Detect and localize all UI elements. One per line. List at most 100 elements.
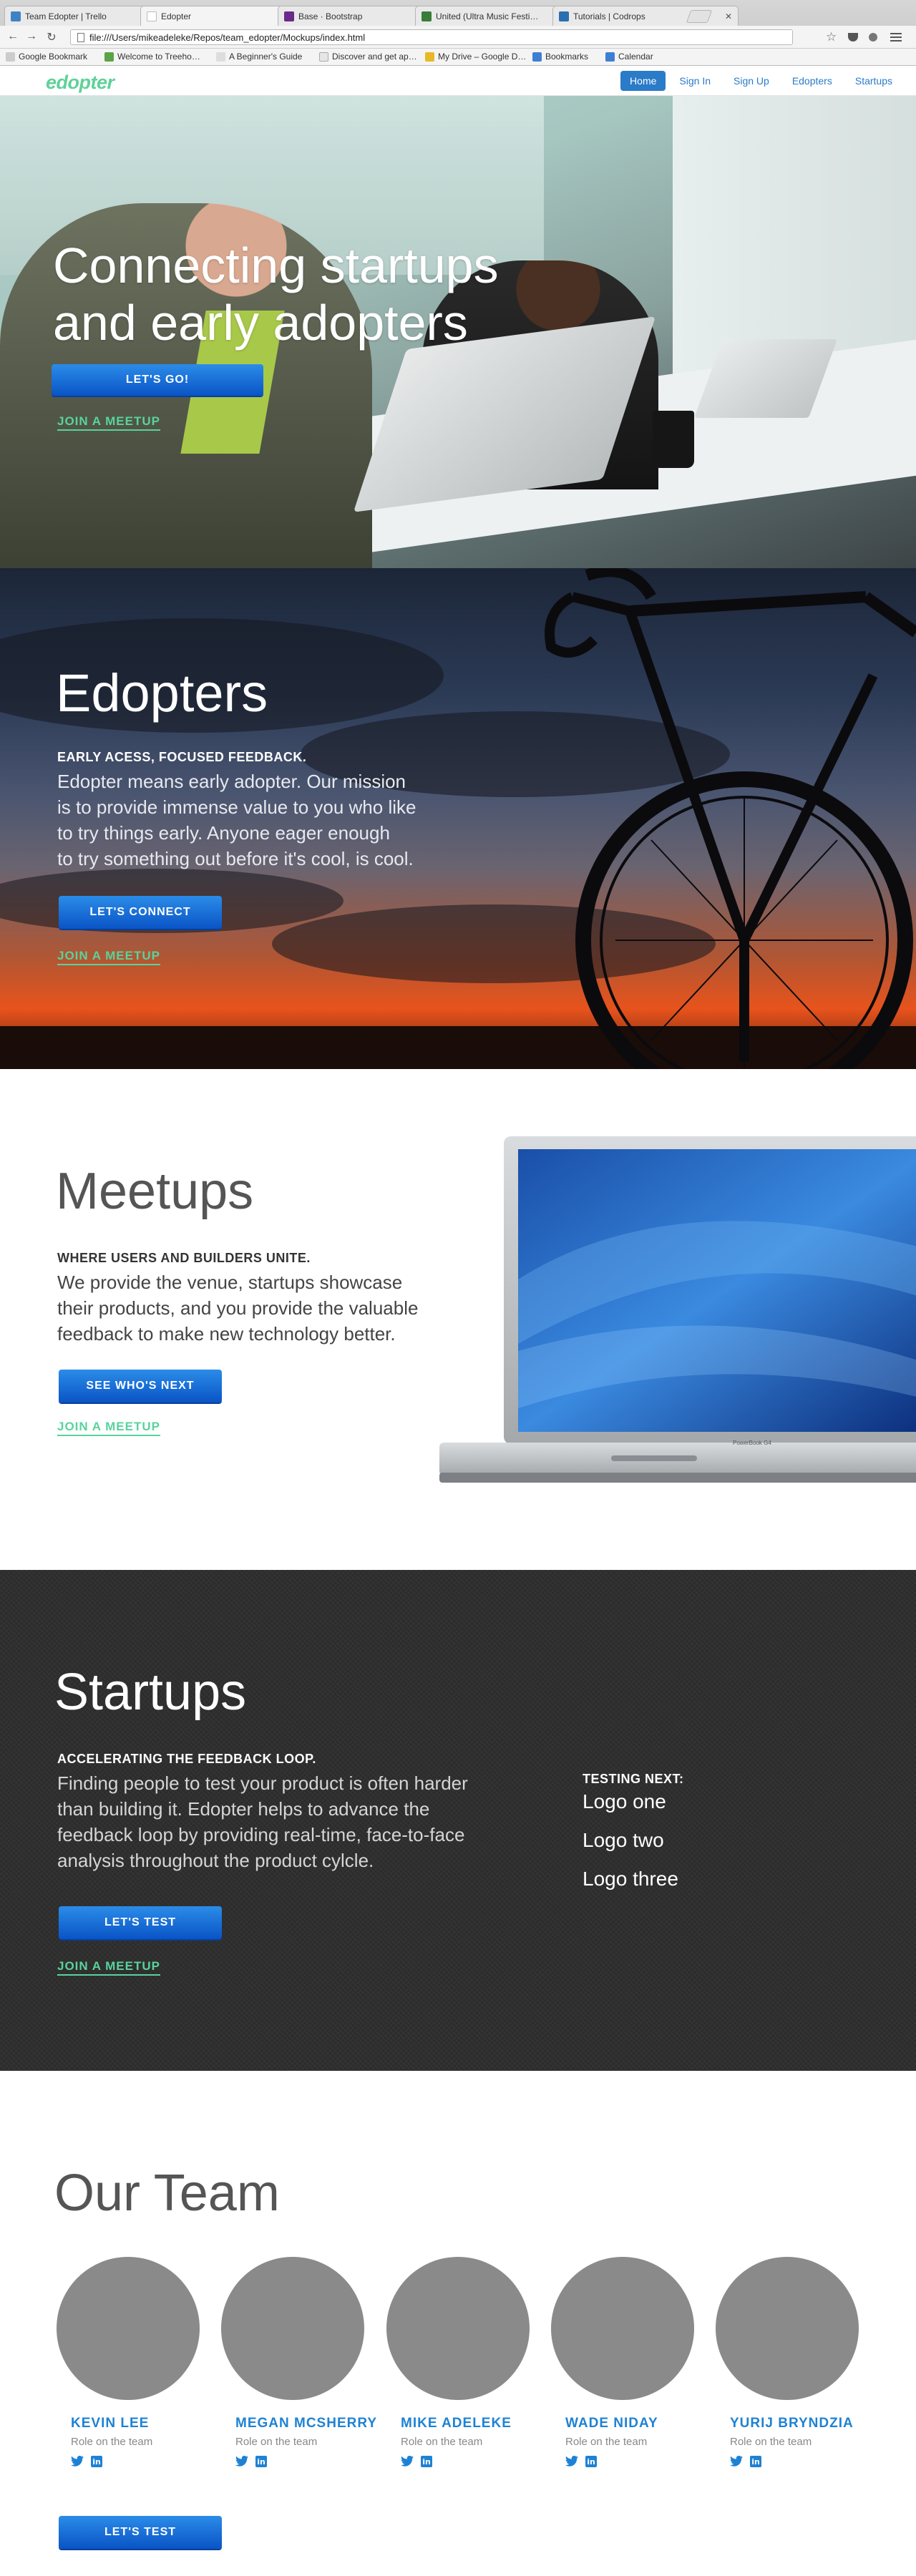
member-role: Role on the team [71,2436,153,2448]
back-arrow-icon[interactable]: ← [6,30,20,43]
browser-chrome: Team Edopter | Trello ✕ Edopter ✕ Base ·… [0,0,916,66]
body-line: feedback to make new technology better. [57,1323,396,1345]
bookmark-item[interactable]: Google Bookmark [6,52,87,62]
social-links: in [235,2456,267,2467]
linkedin-icon[interactable]: in [255,2456,267,2467]
bookmark-icon [319,52,328,62]
bookmark-item[interactable]: Calendar [605,52,653,62]
member-role: Role on the team [730,2436,812,2448]
body-line: feedback loop by providing real-time, fa… [57,1824,465,1845]
avatar [57,2257,200,2400]
member-name: MEGAN MCSHERRY [235,2416,378,2431]
join-meetup-link[interactable]: JOIN A MEETUP [57,1959,160,1976]
team-member: KEVIN LEE Role on the team in [57,2257,221,2467]
twitter-icon[interactable] [401,2456,414,2467]
twitter-icon[interactable] [71,2456,84,2467]
nav-sign-up[interactable]: Sign Up [724,71,779,91]
join-meetup-link[interactable]: JOIN A MEETUP [57,414,160,431]
testing-next-item: Logo three [583,1868,678,1890]
body-line: is to provide immense value to you who l… [57,796,416,818]
member-name: WADE NIDAY [565,2416,658,2431]
bookmark-icon [104,52,114,62]
body-line: Edopter means early adopter. Our mission [57,771,406,792]
bookmark-item[interactable]: A Beginner's Guide [216,52,302,62]
hero-title-line: Connecting startups [53,238,499,293]
join-meetup-link[interactable]: JOIN A MEETUP [57,1420,160,1436]
social-links: in [71,2456,102,2467]
linkedin-icon[interactable]: in [585,2456,597,2467]
edopters-kicker: EARLY ACESS, FOCUSED FEEDBACK. [57,750,307,764]
twitter-icon[interactable] [565,2456,578,2467]
testing-next-heading: TESTING NEXT: [583,1772,684,1786]
bookmark-item[interactable]: My Drive – Google D… [425,52,526,62]
bookmark-label: Google Bookmark [19,52,88,62]
social-links: in [401,2456,432,2467]
close-icon[interactable]: ✕ [725,11,732,21]
bicycle-silhouette [545,568,916,1069]
nav-startups[interactable]: Startups [846,71,902,91]
page-favicon-icon [147,11,157,21]
play-favicon-icon [422,11,432,21]
bookmark-item[interactable]: Discover and get ap… [319,52,417,62]
address-bar[interactable]: file:///Users/mikeadeleke/Repos/team_edo… [70,29,793,45]
body-line: to try things early. Anyone eager enough [57,822,390,844]
reload-icon[interactable]: ↻ [44,30,59,44]
social-links: in [730,2456,761,2467]
body-line: than building it. Edopter helps to advan… [57,1798,430,1820]
hero-title-line: and early adopters [53,295,468,351]
document-icon [77,33,84,42]
lets-test-button[interactable]: LET'S TEST [59,2516,222,2549]
edopters-section: Edopters EARLY ACESS, FOCUSED FEEDBACK. … [0,568,916,1069]
bookmark-item[interactable]: Welcome to Treeho… [104,52,200,62]
twitter-icon[interactable] [235,2456,248,2467]
brand-logo[interactable]: edopter [46,72,114,94]
body-line: Finding people to test your product is o… [57,1772,468,1794]
lets-connect-button[interactable]: LET'S CONNECT [59,896,222,929]
twitter-icon[interactable] [730,2456,743,2467]
forward-arrow-icon[interactable]: → [24,30,39,43]
menu-icon[interactable] [890,32,902,42]
tab-codrops[interactable]: Tutorials | Codrops ✕ [552,6,739,26]
member-name: MIKE ADELEKE [401,2416,512,2431]
body-line: to try something out before it's cool, i… [57,848,414,869]
testing-next-item: Logo two [583,1829,664,1851]
member-role: Role on the team [235,2436,318,2448]
avatar [386,2257,530,2400]
pocket-icon[interactable] [847,32,859,42]
nav-home[interactable]: Home [620,71,666,91]
google-drive-icon [425,52,434,62]
linkedin-icon[interactable]: in [91,2456,102,2467]
avatar [221,2257,364,2400]
meetups-section: Meetups WHERE USERS AND BUILDERS UNITE. … [0,1069,916,1570]
edopters-title: Edopters [56,663,268,723]
testing-next-item: Logo one [583,1790,666,1813]
lets-test-button[interactable]: LET'S TEST [59,1906,222,1939]
linkedin-icon[interactable]: in [750,2456,761,2467]
join-meetup-link[interactable]: JOIN A MEETUP [57,949,160,965]
bookmark-label: A Beginner's Guide [229,52,303,62]
bookmark-star-icon[interactable]: ☆ [826,30,837,44]
trello-favicon-icon [11,11,21,21]
browser-toolbar: ← → ↻ file:///Users/mikeadeleke/Repos/te… [0,26,916,49]
linkedin-icon[interactable]: in [421,2456,432,2467]
hero-photo-mug [653,411,694,468]
bookmarks-bar: Google Bookmark Welcome to Treeho… A Beg… [0,49,916,66]
see-whos-next-button[interactable]: SEE WHO'S NEXT [59,1370,222,1402]
meetups-title: Meetups [56,1163,254,1220]
nav-sign-in[interactable]: Sign In [670,71,720,91]
bookmark-item[interactable]: Bookmarks [532,52,588,62]
team-title: Our Team [54,2165,280,2222]
bookmark-label: Calendar [618,52,653,62]
laptop-model-label: PowerBook G4 [733,1440,771,1446]
bookmark-icon [6,52,15,62]
hero-section: Connecting startups and early adopters L… [0,96,916,568]
lets-go-button[interactable]: LET'S GO! [52,364,263,396]
member-name: YURIJ BRYNDZIA [730,2416,854,2431]
bookmark-label: Bookmarks [545,52,589,62]
codrops-favicon-icon [559,11,569,21]
startups-kicker: ACCELERATING THE FEEDBACK LOOP. [57,1752,316,1766]
extension-icon[interactable] [867,32,879,42]
nav-edopters[interactable]: Edopters [783,71,842,91]
nav-links: Home Sign In Sign Up Edopters Startups [616,71,902,91]
body-line: their products, and you provide the valu… [57,1297,419,1319]
